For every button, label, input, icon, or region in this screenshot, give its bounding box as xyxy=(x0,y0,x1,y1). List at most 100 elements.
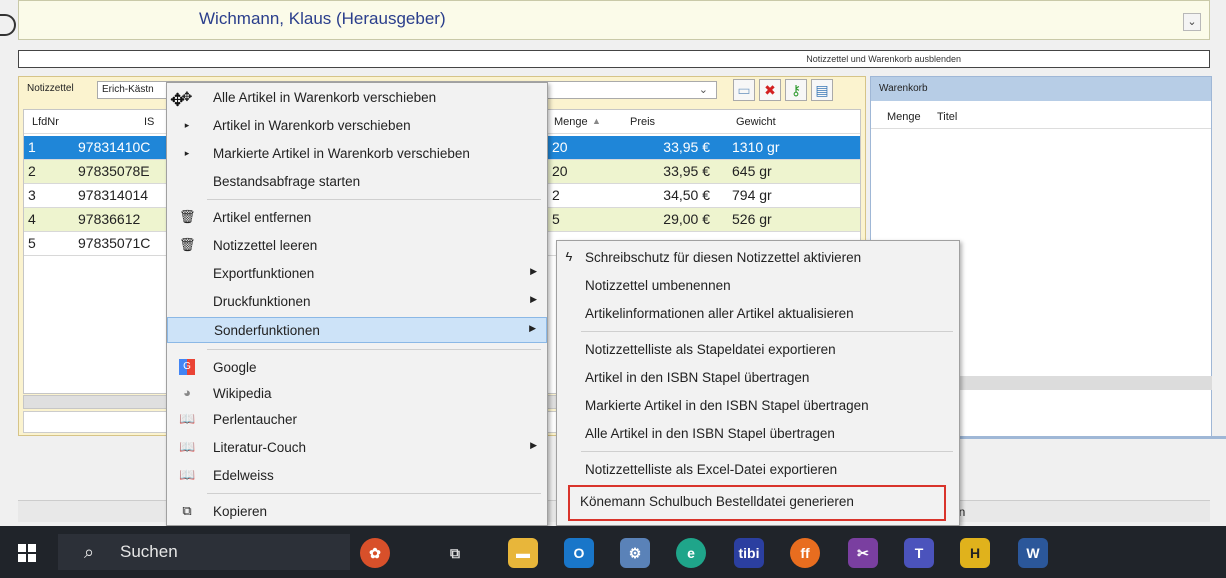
menu-item-remove-article[interactable]: 🗑 Artikel entfernen xyxy=(167,205,547,231)
cell-lfdnr: 2 xyxy=(28,163,36,179)
menu-item-label: Artikel in den ISBN Stapel übertragen xyxy=(585,370,810,385)
menu-item-label: Edelweiss xyxy=(213,468,274,483)
author-combobox[interactable]: Wichmann, Klaus (Herausgeber) ⌄ xyxy=(18,0,1210,40)
cell-gewicht: 1310 gr xyxy=(732,139,780,155)
tibi-icon[interactable]: tibi xyxy=(734,538,764,568)
h-app-icon[interactable]: H xyxy=(960,538,990,568)
menu-item-literatur-couch[interactable]: 📖 Literatur-Couch ▶ xyxy=(167,435,547,461)
menu-item-wikipedia[interactable]: ◕ Wikipedia xyxy=(167,381,547,407)
menu-item-label: Perlentaucher xyxy=(213,412,298,427)
cell-menge: 2 xyxy=(552,187,560,203)
menu-separator xyxy=(581,331,953,332)
key-icon-button[interactable]: ⚷ xyxy=(785,79,807,101)
clipboard-icon-button[interactable]: ▤ xyxy=(811,79,833,101)
cell-menge: 20 xyxy=(552,139,568,155)
menu-item-label: Notizzettel leeren xyxy=(213,238,318,253)
cell-isbn: 97836612 xyxy=(78,211,141,227)
window-icon-button[interactable]: ▭ xyxy=(733,79,755,101)
taskbar: ⌕ Suchen ✿ ⧉ ▬ O ⚙ e tibi ff ✂ T H W xyxy=(0,526,1226,578)
taskbar-search-label: Suchen xyxy=(120,542,178,561)
submenu-item-transfer-all-to-isbn-stack[interactable]: Alle Artikel in den ISBN Stapel übertrag… xyxy=(557,421,959,447)
submenu-item-generate-koenemann-order-file[interactable]: Könemann Schulbuch Bestelldatei generier… xyxy=(580,494,854,509)
menu-item-label: Artikel in Warenkorb verschieben xyxy=(213,118,411,133)
column-header-lfdnr[interactable]: LfdNr xyxy=(32,116,59,128)
cell-isbn: 97831410C xyxy=(78,139,151,155)
cell-gewicht: 526 gr xyxy=(732,211,772,227)
cart-column-headers: Menge Titel xyxy=(871,107,1211,129)
column-header-menge[interactable]: Menge xyxy=(554,116,588,128)
menu-item-label: Kopieren xyxy=(213,504,268,519)
bullet-icon: ▸ xyxy=(184,148,190,158)
taskbar-search-box[interactable] xyxy=(58,534,350,570)
column-header-preis[interactable]: Preis xyxy=(630,116,655,128)
book-icon: 📖 xyxy=(179,411,196,426)
task-view-icon[interactable]: ⧉ xyxy=(440,538,470,568)
menu-item-label: Notizzettelliste als Stapeldatei exporti… xyxy=(585,342,836,357)
menu-item-label: Alle Artikel in den ISBN Stapel übertrag… xyxy=(585,426,835,441)
menu-separator xyxy=(207,199,541,200)
word-icon[interactable]: W xyxy=(1018,538,1048,568)
menu-separator xyxy=(581,451,953,452)
cell-lfdnr: 4 xyxy=(28,211,36,227)
menu-item-edelweiss[interactable]: 📖 Edelweiss xyxy=(167,463,547,489)
context-menu: ✥ Alle Artikel in Warenkorb verschieben … xyxy=(166,82,548,526)
book-icon: 📖 xyxy=(179,467,196,482)
file-explorer-icon[interactable]: ▬ xyxy=(508,538,538,568)
outlook-icon[interactable]: O xyxy=(564,538,594,568)
notepad-select-value: Erich-Kästn xyxy=(102,84,154,95)
menu-item-clear-notepad[interactable]: 🗑 Notizzettel leeren xyxy=(167,233,547,259)
menu-item-perlentaucher[interactable]: 📖 Perlentaucher xyxy=(167,407,547,433)
menu-item-label: Alle Artikel in Warenkorb verschieben xyxy=(213,90,437,105)
menu-item-label: Exportfunktionen xyxy=(213,266,315,281)
menu-item-move-all-to-cart[interactable]: ✥ Alle Artikel in Warenkorb verschieben xyxy=(167,85,547,111)
cell-preis: 33,95 € xyxy=(663,163,710,179)
network-app-icon[interactable]: ⚙ xyxy=(620,538,650,568)
author-value: Wichmann, Klaus (Herausgeber) xyxy=(199,9,446,28)
submenu-item-rename-notepad[interactable]: Notizzettel umbenennen xyxy=(557,273,959,299)
menu-item-print-functions[interactable]: Druckfunktionen ▶ xyxy=(167,289,547,315)
firefox-icon[interactable]: ff xyxy=(790,538,820,568)
menu-item-move-to-cart[interactable]: ▸ Artikel in Warenkorb verschieben xyxy=(167,113,547,139)
menu-item-special-functions[interactable]: Sonderfunktionen ▶ xyxy=(167,317,547,343)
submenu-item-transfer-selected-to-isbn-stack[interactable]: Markierte Artikel in den ISBN Stapel übe… xyxy=(557,393,959,419)
lightning-icon: ϟ xyxy=(565,249,573,264)
menu-item-label: Artikel entfernen xyxy=(213,210,312,225)
cart-column-menge[interactable]: Menge xyxy=(887,111,921,123)
trash-icon: 🗑 xyxy=(179,237,196,252)
chevron-down-icon[interactable]: ⌄ xyxy=(699,83,708,96)
cell-gewicht: 645 gr xyxy=(732,163,772,179)
submenu-item-write-protect[interactable]: ϟ Schreibschutz für diesen Notizzettel a… xyxy=(557,245,959,271)
cell-lfdnr: 5 xyxy=(28,235,36,251)
teams-icon[interactable]: T xyxy=(904,538,934,568)
menu-item-label: Notizzettel umbenennen xyxy=(585,278,731,293)
delete-icon-button[interactable]: ✖ xyxy=(759,79,781,101)
column-header-gewicht[interactable]: Gewicht xyxy=(736,116,776,128)
toggle-notepad-cart-button[interactable]: Notizzettel und Warenkorb ausblenden xyxy=(18,50,1210,68)
menu-item-copy[interactable]: ⧉ Kopieren xyxy=(167,499,547,525)
menu-item-move-selected-to-cart[interactable]: ▸ Markierte Artikel in Warenkorb verschi… xyxy=(167,141,547,167)
menu-item-stock-query[interactable]: Bestandsabfrage starten xyxy=(167,169,547,195)
submenu-item-transfer-to-isbn-stack[interactable]: Artikel in den ISBN Stapel übertragen xyxy=(557,365,959,391)
menu-item-google[interactable]: G Google xyxy=(167,355,547,381)
column-header-isbn[interactable]: IS xyxy=(144,116,154,128)
trash-icon: 🗑 xyxy=(179,209,196,224)
submenu-item-update-article-info[interactable]: Artikelinformationen aller Artikel aktua… xyxy=(557,301,959,327)
cart-column-titel[interactable]: Titel xyxy=(937,111,957,123)
tools-app-icon[interactable]: ✂ xyxy=(848,538,878,568)
flower-app-icon[interactable]: ✿ xyxy=(360,538,390,568)
menu-item-label: Schreibschutz für diesen Notizzettel akt… xyxy=(585,250,862,265)
menu-item-label: Google xyxy=(213,360,257,375)
edge-icon[interactable]: e xyxy=(676,538,706,568)
menu-item-label: Sonderfunktionen xyxy=(214,323,320,338)
menu-item-export-functions[interactable]: Exportfunktionen ▶ xyxy=(167,261,547,287)
menu-item-label: Bestandsabfrage starten xyxy=(213,174,361,189)
submenu-item-export-excel[interactable]: Notizzettelliste als Excel-Datei exporti… xyxy=(557,457,959,483)
windows-start-icon[interactable] xyxy=(18,544,36,562)
chevron-down-icon[interactable]: ⌄ xyxy=(1183,13,1201,31)
cell-preis: 29,00 € xyxy=(663,211,710,227)
menu-item-label: Markierte Artikel in Warenkorb verschieb… xyxy=(213,146,470,161)
submenu-item-export-batch-file[interactable]: Notizzettelliste als Stapeldatei exporti… xyxy=(557,337,959,363)
cart-header: Warenkorb xyxy=(871,77,1211,101)
cell-isbn: 97835071C xyxy=(78,235,151,251)
search-icon: ⌕ xyxy=(84,542,95,562)
